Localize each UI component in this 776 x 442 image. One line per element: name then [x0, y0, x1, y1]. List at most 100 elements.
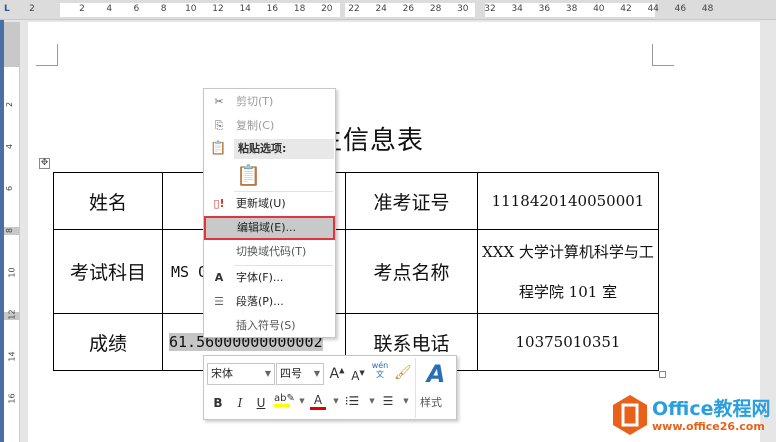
font-size-value: 四号 [280, 367, 302, 380]
menu-item-update-field[interactable]: ▯! 更新域(U) [204, 193, 335, 215]
ruler-number: 6 [133, 4, 140, 14]
styles-icon[interactable]: A [422, 360, 450, 388]
shrink-font-icon[interactable]: A▼ [350, 369, 366, 383]
ruler-number: 42 [620, 4, 632, 14]
horizontal-ruler[interactable]: 2 2 4 6 8 10 12 14 16 18 20 22 24 26 28 30 32 34 36 38 40 42… [0, 0, 776, 20]
table-cell[interactable]: 成绩 [53, 313, 163, 371]
menu-label: 剪切(T) [236, 95, 274, 108]
tab-selector[interactable]: L [4, 4, 16, 16]
ruler-number: 12 [7, 309, 17, 320]
chevron-down-icon[interactable]: ▼ [294, 397, 310, 405]
paste-keep-format-icon[interactable]: 📋 [236, 163, 261, 189]
menu-item-paragraph[interactable]: ☰ 段落(P)... [204, 291, 335, 313]
menu-label: 更新域(U) [236, 197, 286, 210]
highlight-icon[interactable]: ab✎ [274, 393, 295, 407]
paste-icon: 📋 [210, 141, 227, 156]
menu-item-toggle-field-codes[interactable]: 切换域代码(T) [204, 241, 335, 263]
font-name-select[interactable]: 宋体 ▼ [207, 363, 275, 385]
table-cell[interactable]: 准考证号 [345, 172, 478, 230]
watermark-title: Office教程网 [652, 398, 771, 420]
mini-toolbar: 宋体 ▼ 四号 ▼ A▲ A▼ wén 文 🖌 A 样式 B I U ab✎ ▼ A … [203, 355, 457, 420]
pinyin-label: wén [371, 361, 389, 370]
menu-label: 复制(C) [236, 119, 275, 132]
ruler-number: 16 [7, 393, 17, 404]
ruler-number: 24 [375, 4, 387, 14]
ruler-number: 38 [565, 4, 578, 14]
format-painter-icon[interactable]: 🖌 [394, 365, 412, 381]
scissors-icon: ✂ [214, 95, 224, 108]
ruler-number: 8 [160, 4, 167, 14]
table-resize-handle[interactable] [659, 371, 666, 378]
styles-label[interactable]: 样式 [420, 394, 442, 410]
ruler-number: 4 [106, 4, 113, 14]
ruler-number: 40 [593, 4, 605, 14]
watermark-url: www.office26.com [652, 420, 765, 433]
font-size-select[interactable]: 四号 ▼ [276, 363, 324, 385]
context-menu: ✂ 剪切(T) ⎘ 复制(C) 📋 粘贴选项: 📋 ▯! 更新域(U) 编辑域(E).… [203, 88, 336, 338]
paste-options-header: 粘贴选项: [234, 139, 334, 159]
chevron-down-icon: ▼ [313, 369, 320, 378]
chevron-down-icon[interactable]: ▼ [364, 397, 380, 405]
table-cell[interactable]: 10375010351 [477, 313, 659, 371]
chevron-down-icon[interactable]: ▼ [398, 397, 414, 405]
ruler-number: 44 [647, 4, 659, 14]
ruler-number: 10 [7, 267, 17, 278]
table-cell[interactable]: XXX 大学计算机科学与工程学院 101 室 [477, 229, 659, 314]
phonetic-guide-icon[interactable]: wén 文 [371, 361, 389, 379]
update-field-icon: ▯! [213, 197, 225, 210]
table-cell[interactable]: 1118420140050001 [477, 172, 659, 230]
bold-button[interactable]: B [210, 396, 226, 410]
numbering-icon[interactable]: ☰ [380, 394, 396, 408]
table-cell[interactable]: 考点名称 [345, 229, 478, 314]
ruler-number: 26 [402, 4, 415, 14]
menu-item-font[interactable]: A 字体(F)... [204, 267, 335, 289]
copy-icon: ⎘ [214, 119, 224, 132]
ruler-number: 2 [29, 4, 35, 14]
font-name-value: 宋体 [211, 367, 233, 380]
menu-label: 字体(F)... [236, 271, 284, 284]
font-color-icon[interactable]: A [310, 393, 326, 410]
margin-corner [36, 44, 58, 66]
ruler-number: 2 [79, 4, 85, 14]
table-cell[interactable]: 考试科目 [53, 229, 163, 314]
ruler-number: 36 [538, 4, 551, 14]
chevron-down-icon: ▼ [264, 369, 271, 378]
ruler-number: 8 [5, 227, 15, 234]
chevron-down-icon[interactable]: ▼ [328, 397, 344, 405]
pinyin-char: 文 [376, 370, 384, 379]
menu-label: 插入符号(S) [236, 319, 296, 332]
ruler-number: 4 [5, 143, 15, 150]
menu-item-edit-field[interactable]: 编辑域(E)... [204, 216, 335, 240]
ruler-number: 34 [511, 4, 523, 14]
ruler-number: 46 [674, 4, 687, 14]
underline-button[interactable]: U [253, 396, 269, 410]
office-logo-icon [613, 395, 647, 435]
italic-button[interactable]: I [232, 396, 248, 410]
table-cell[interactable]: 姓名 [53, 172, 163, 230]
ruler-number: 30 [457, 4, 469, 14]
grow-font-icon[interactable]: A▲ [329, 366, 345, 382]
ruler-number: 2 [5, 101, 15, 108]
margin-corner [652, 44, 674, 66]
bullets-icon[interactable]: ⁝☰ [344, 394, 360, 408]
ruler-number: 6 [5, 185, 15, 192]
ruler-number: 14 [239, 4, 251, 14]
paragraph-icon: ☰ [214, 295, 224, 308]
menu-label: 编辑域(E)... [237, 221, 297, 234]
ruler-number: 18 [293, 4, 306, 14]
ruler-number: 48 [701, 4, 714, 14]
info-table: 姓名 准考证号 1118420140050001 考试科目 MS Office … [53, 172, 659, 371]
menu-item-copy[interactable]: ⎘ 复制(C) [204, 115, 335, 137]
table-move-handle-icon[interactable]: ✥ [39, 158, 50, 169]
ruler-number: 28 [429, 4, 442, 14]
ruler-number: 20 [321, 4, 333, 14]
ruler-number: 32 [484, 4, 496, 14]
ruler-number: 22 [348, 4, 360, 14]
vertical-ruler[interactable]: 2 4 6 8 10 12 14 16 [4, 22, 20, 442]
menu-item-cut[interactable]: ✂ 剪切(T) [204, 91, 335, 113]
ruler-number: 12 [212, 4, 224, 14]
menu-item-insert-symbol[interactable]: 插入符号(S) [204, 315, 335, 337]
ruler-number: 16 [266, 4, 279, 14]
menu-label: 切换域代码(T) [236, 245, 307, 258]
font-icon: A [214, 271, 224, 284]
